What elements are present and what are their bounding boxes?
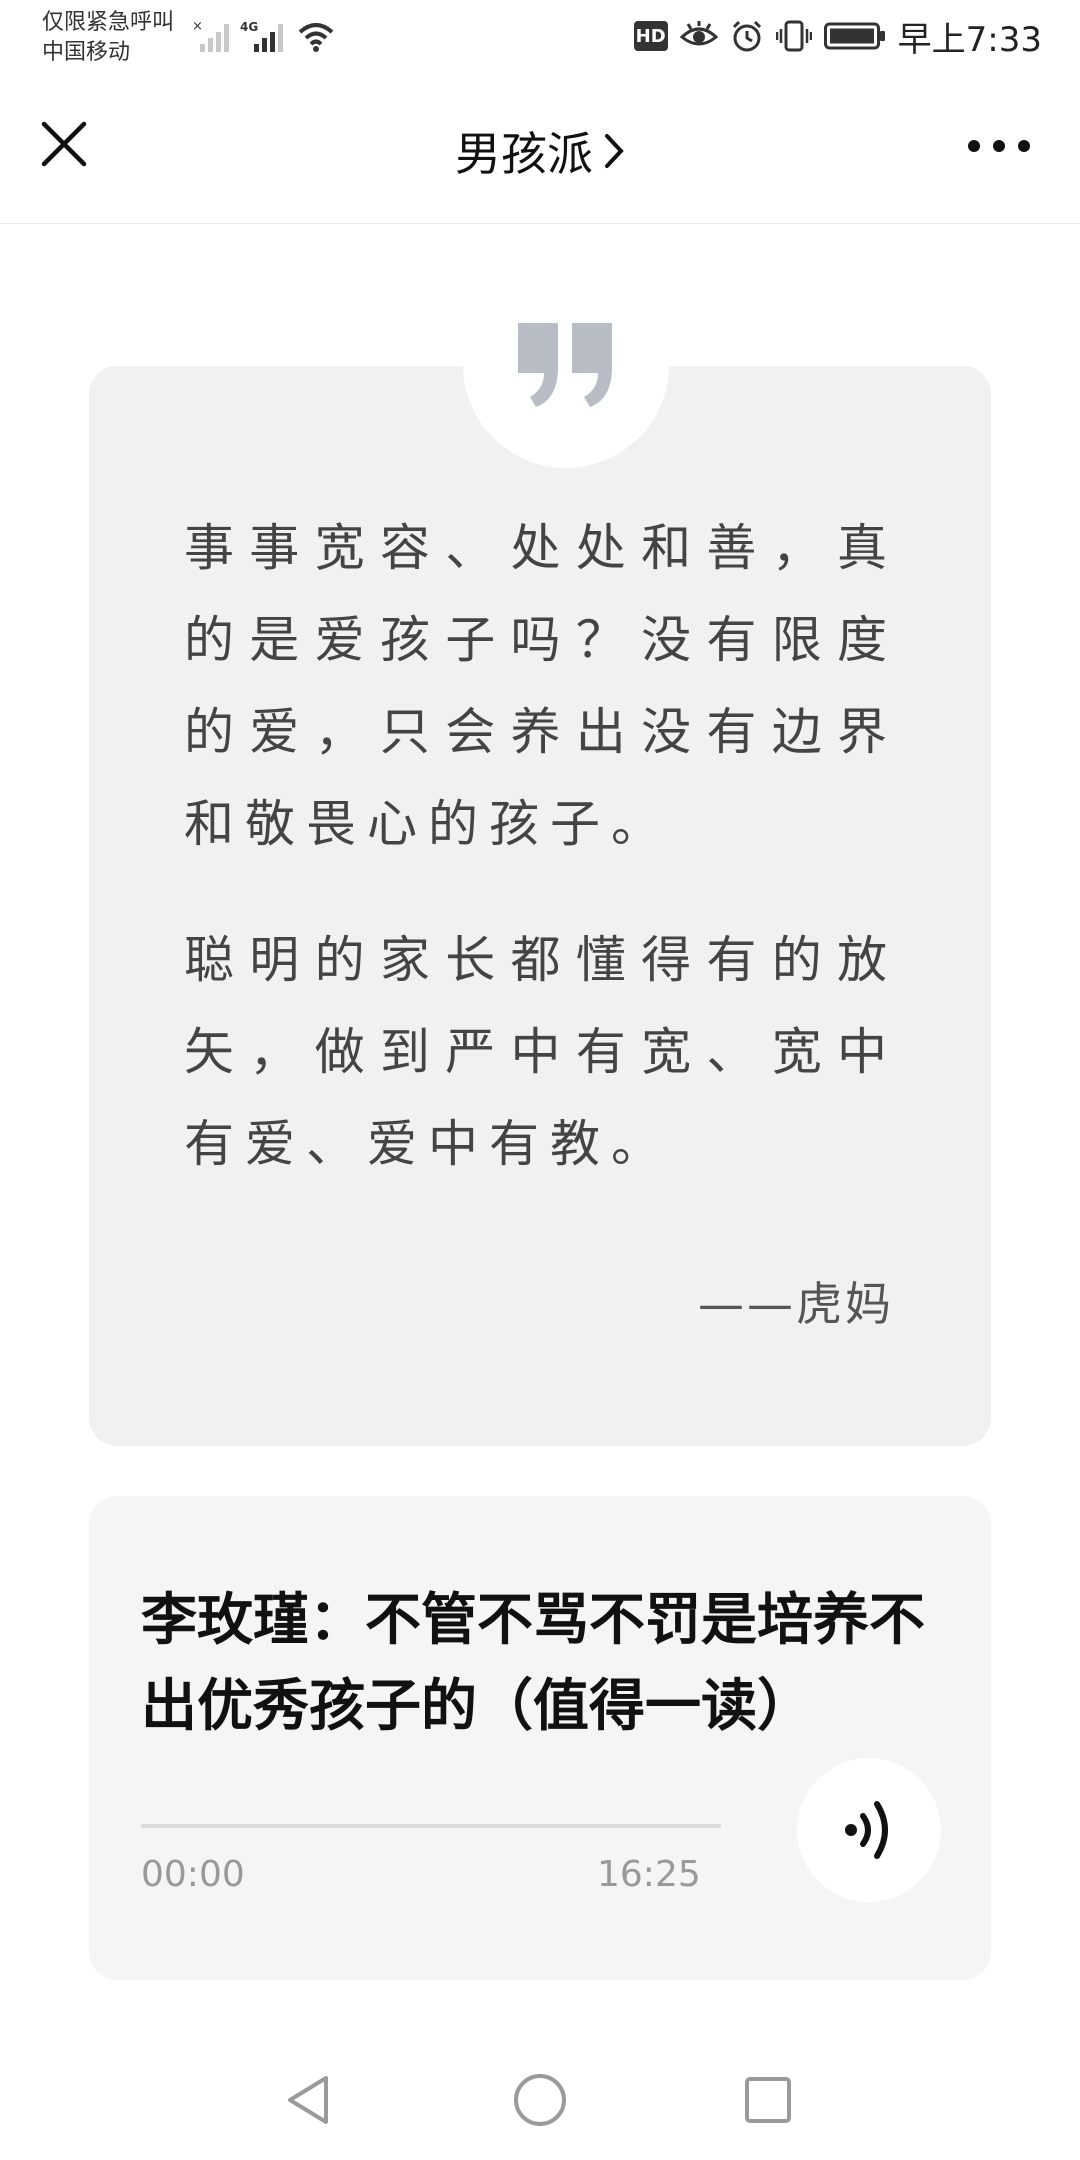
carrier-name: 中国移动 xyxy=(42,40,131,65)
quote-paragraph-1: 事事宽容、处处和善，真的是爱孩子吗？没有限度的爱，只会养出没有边界和敬畏心的孩子… xyxy=(184,519,898,853)
audio-progress-bar[interactable] xyxy=(141,1824,721,1828)
signal-indicators: × 4G xyxy=(192,14,336,54)
signal-4g-icon: 4G xyxy=(240,20,283,52)
eye-comfort-icon xyxy=(679,21,718,46)
audio-time-current: 00:00 xyxy=(141,1854,245,1895)
back-triangle-icon xyxy=(288,2076,328,2124)
wifi-icon xyxy=(298,23,334,52)
account-title-link[interactable]: 男孩派 xyxy=(0,118,1080,184)
more-dot xyxy=(968,140,980,152)
battery-icon xyxy=(823,22,885,50)
more-button[interactable] xyxy=(968,136,1030,156)
audio-player-card[interactable]: 李玫瑾：不管不骂不罚是培养不出优秀孩子的（值得一读） 00:00 16:25 xyxy=(89,1496,991,1980)
quote-mark-badge xyxy=(463,262,669,468)
home-button[interactable] xyxy=(510,2070,570,2130)
quote-paragraph-2: 聪明的家长都懂得有的放矢，做到严中有宽、宽中有爱、爱中有教。 xyxy=(184,931,898,1173)
chevron-right-icon xyxy=(605,134,624,168)
more-dot xyxy=(1018,140,1030,152)
audio-title: 李玫瑾：不管不骂不罚是培养不出优秀孩子的（值得一读） xyxy=(141,1588,925,1739)
emergency-only-text: 仅限紧急呼叫 xyxy=(42,10,175,35)
more-dot xyxy=(993,140,1005,152)
header: 男孩派 xyxy=(0,72,1080,224)
recents-square-icon xyxy=(745,2077,791,2123)
system-navigation-bar xyxy=(0,2040,1080,2160)
alarm-icon xyxy=(732,20,761,52)
svg-text:×: × xyxy=(192,19,203,34)
quote-text: 事事宽容、处处和善，真的是爱孩子吗？没有限度的爱，只会养出没有边界和敬畏心的孩子… xyxy=(184,502,898,1234)
home-circle-icon xyxy=(514,2074,566,2126)
svg-text:4G: 4G xyxy=(240,20,258,34)
clock: 早上7:33 xyxy=(897,19,1042,60)
hd-badge: HD xyxy=(633,21,668,51)
recents-button[interactable] xyxy=(738,2070,798,2130)
audio-time-total: 16:25 xyxy=(597,1854,701,1895)
system-indicators: HD 早上7:33 xyxy=(633,12,1042,60)
quote-mark-icon xyxy=(518,323,612,407)
carrier-info: 仅限紧急呼叫 中国移动 xyxy=(42,8,192,68)
page-title: 男孩派 xyxy=(455,127,593,181)
vibrate-icon xyxy=(775,20,812,52)
back-button[interactable] xyxy=(278,2070,338,2130)
quote-author: ——虎妈 xyxy=(698,1277,894,1331)
audio-play-button[interactable] xyxy=(797,1758,941,1902)
speaker-wave-icon xyxy=(845,1801,888,1859)
status-bar: 仅限紧急呼叫 中国移动 × 4G HD 早上7:33 xyxy=(0,0,1080,72)
no-signal-icon: × xyxy=(192,19,229,52)
